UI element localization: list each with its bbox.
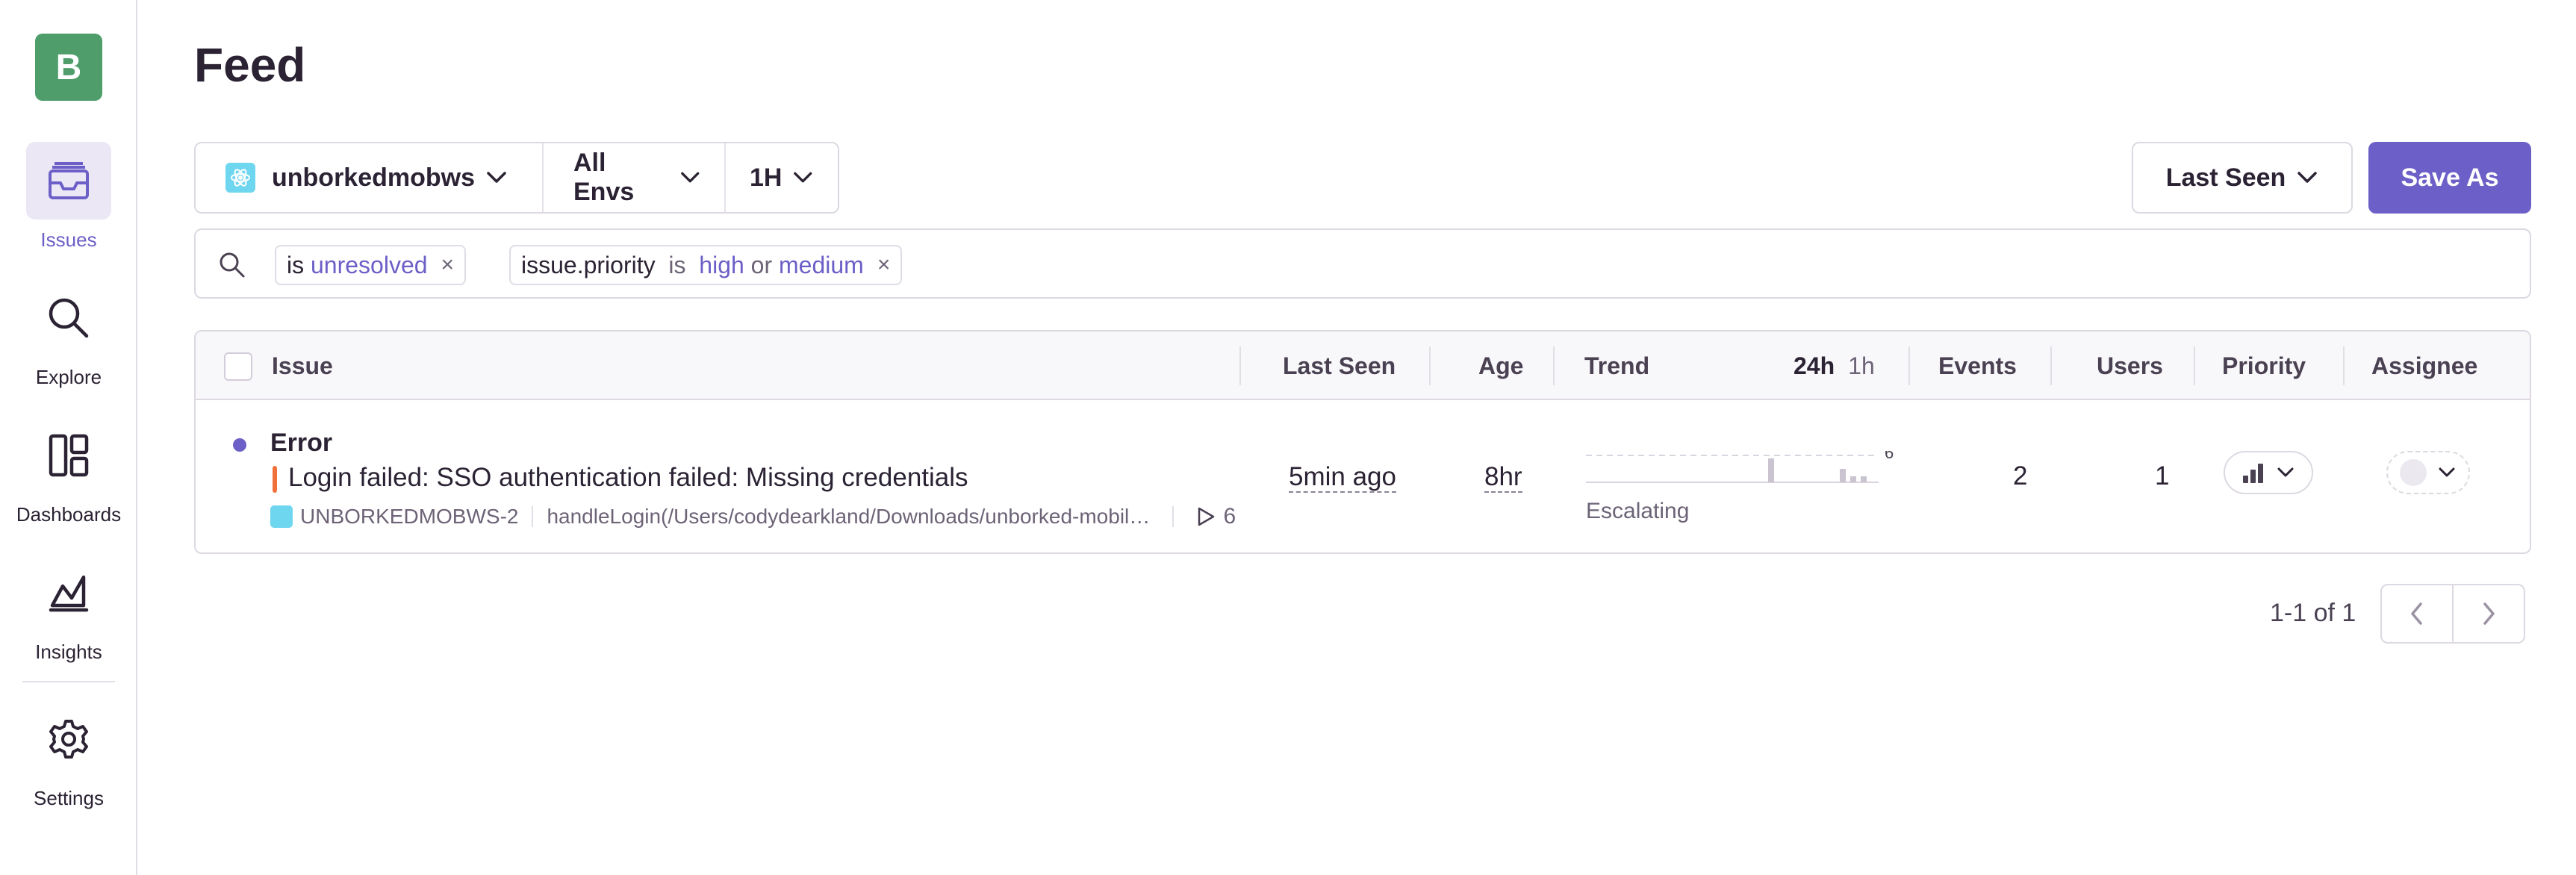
replay-count: 6: [1223, 504, 1236, 529]
unassigned-avatar: [2400, 459, 2427, 486]
insights-icon: [49, 575, 89, 612]
previous-page-button[interactable]: [2382, 585, 2454, 642]
level-indicator: [273, 466, 277, 493]
search-token-priority[interactable]: issue.priority is high or medium ×: [509, 245, 903, 285]
environment-selector[interactable]: All Envs: [544, 143, 726, 212]
play-icon: [1198, 507, 1215, 526]
remove-token-icon[interactable]: ×: [877, 252, 891, 278]
react-icon: [270, 505, 293, 528]
table-header: Issue Last Seen Age Trend 24h 1h Events U…: [196, 331, 2530, 400]
trend-1h-option[interactable]: 1h: [1848, 352, 1875, 379]
issue-search-bar[interactable]: is unresolved × issue.priority is high o…: [194, 228, 2531, 299]
trend-24h-option[interactable]: 24h: [1793, 352, 1835, 379]
column-header-age[interactable]: Age: [1478, 352, 1523, 380]
sidebar-item-dashboards[interactable]: Dashboards: [0, 417, 137, 526]
org-avatar[interactable]: B: [35, 34, 102, 101]
save-as-button[interactable]: Save As: [2368, 142, 2531, 214]
token-value[interactable]: unresolved: [311, 252, 428, 279]
issues-icon: [49, 162, 89, 199]
chevron-down-icon: [487, 172, 506, 183]
assignee-dropdown[interactable]: [2386, 451, 2470, 494]
issue-message: Login failed: SSO authentication failed:…: [288, 463, 968, 492]
sidebar-item-settings[interactable]: Settings: [0, 700, 137, 810]
token-key: is: [287, 251, 305, 278]
sidebar-item-label: Settings: [34, 787, 104, 809]
trend-max-label: 6: [1885, 451, 1894, 462]
sidebar-item-label: Dashboards: [16, 503, 122, 526]
sort-dropdown-label: Last Seen: [2165, 163, 2286, 192]
sort-dropdown[interactable]: Last Seen: [2132, 142, 2353, 214]
column-header-events[interactable]: Events: [1938, 352, 2017, 380]
chevron-down-icon: [2277, 467, 2294, 477]
token-value[interactable]: high: [699, 252, 744, 279]
remove-token-icon[interactable]: ×: [441, 252, 455, 278]
table-row[interactable]: Error Login failed: SSO authentication f…: [196, 402, 2530, 552]
issue-culprit: handleLogin(/Users/codydearkland/Downloa…: [547, 505, 1159, 528]
trend-period-toggle[interactable]: 24h 1h: [1793, 352, 1875, 380]
trend-status: Escalating: [1586, 499, 1690, 523]
time-range-selector[interactable]: 1H: [726, 143, 838, 212]
issue-meta: UNBORKEDMOBWS-2 handleLogin(/Users/codyd…: [270, 503, 1236, 530]
page-filter-bar: unborkedmobws All Envs 1H: [194, 142, 839, 214]
next-page-button[interactable]: [2454, 585, 2524, 642]
dashboards-icon: [49, 434, 89, 477]
select-all-checkbox[interactable]: [224, 352, 252, 381]
replays-link[interactable]: 6: [1196, 504, 1236, 529]
project-selector[interactable]: unborkedmobws: [196, 143, 544, 212]
column-header-users[interactable]: Users: [2097, 352, 2163, 380]
column-header-priority[interactable]: Priority: [2222, 352, 2306, 380]
chevron-down-icon: [2297, 172, 2318, 183]
events-count: 2: [2013, 461, 2028, 491]
trend-sparkline[interactable]: 6: [1586, 451, 1900, 490]
sidebar-item-label: Issues: [40, 228, 97, 251]
gear-icon: [49, 720, 88, 759]
token-connector: or: [750, 251, 773, 278]
sidebar-divider: [22, 681, 115, 682]
token-value[interactable]: medium: [779, 252, 864, 279]
chevron-down-icon: [794, 172, 812, 183]
priority-dropdown[interactable]: [2224, 451, 2313, 494]
priority-high-icon: [2243, 464, 2263, 483]
chevron-right-icon: [2483, 602, 2495, 625]
sidebar-item-explore[interactable]: Explore: [0, 279, 137, 389]
search-token-is[interactable]: is unresolved ×: [275, 245, 467, 285]
chevron-down-icon: [680, 172, 699, 183]
issue-title[interactable]: Error: [270, 429, 332, 458]
unread-indicator: [233, 438, 246, 452]
pagination-controls: [2380, 584, 2525, 644]
token-key: issue.priority: [521, 251, 656, 278]
column-header-last-seen[interactable]: Last Seen: [1283, 352, 1396, 380]
project-selector-label: unborkedmobws: [272, 163, 476, 192]
last-seen-value[interactable]: 5min ago: [1289, 463, 1396, 493]
search-icon: [49, 298, 89, 338]
issue-short-id[interactable]: UNBORKEDMOBWS-2: [300, 505, 518, 529]
environment-selector-label: All Envs: [573, 149, 635, 206]
sidebar: B Issues Explore Dashboards Insights Set…: [0, 0, 137, 875]
search-icon: [220, 252, 245, 278]
users-count: 1: [2155, 461, 2170, 491]
sidebar-item-issues[interactable]: Issues: [0, 142, 137, 252]
issues-table: Issue Last Seen Age Trend 24h 1h Events U…: [194, 330, 2531, 554]
column-header-issue: Issue: [272, 352, 333, 379]
age-value[interactable]: 8hr: [1484, 463, 1522, 493]
time-range-selector-label: 1H: [750, 163, 783, 192]
column-header-assignee: Assignee: [2371, 352, 2478, 379]
token-operator[interactable]: is: [668, 252, 685, 279]
sidebar-item-label: Insights: [35, 641, 102, 663]
sidebar-item-insights[interactable]: Insights: [0, 554, 137, 664]
column-header-trend: Trend: [1584, 352, 1650, 379]
page-title: Feed: [194, 38, 306, 92]
pagination-caption: 1-1 of 1: [2270, 599, 2356, 627]
chevron-left-icon: [2411, 602, 2422, 625]
react-icon: [225, 163, 255, 193]
chevron-down-icon: [2439, 467, 2455, 477]
sidebar-item-label: Explore: [35, 366, 102, 388]
